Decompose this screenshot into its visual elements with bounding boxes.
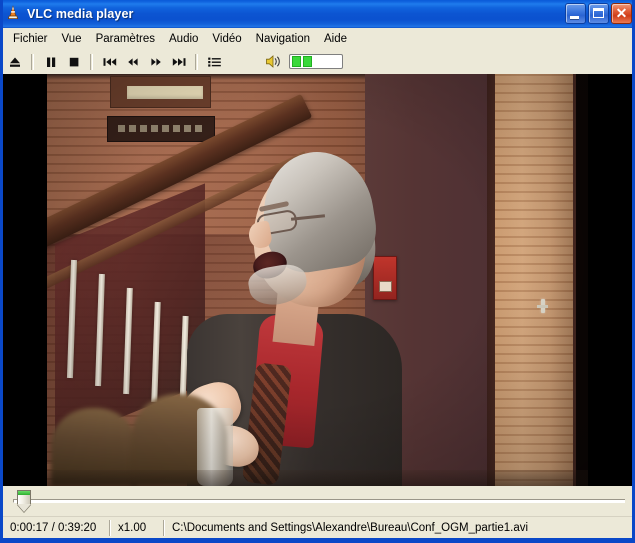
minimize-button[interactable] — [565, 3, 586, 24]
seek-bar-area[interactable] — [3, 486, 632, 516]
maximize-button[interactable] — [588, 3, 609, 24]
menu-navigation[interactable]: Navigation — [249, 30, 317, 49]
eject-button[interactable] — [3, 51, 26, 73]
pause-button[interactable] — [39, 51, 62, 73]
playback-rate-display: x1.00 — [118, 521, 147, 534]
file-path-display: C:\Documents and Settings\Alexandre\Bure… — [172, 521, 529, 534]
playlist-button[interactable] — [203, 51, 226, 73]
floor-strip — [47, 470, 588, 486]
minimize-icon — [570, 16, 579, 19]
menu-aide[interactable]: Aide — [317, 30, 354, 49]
speaker-icon — [266, 55, 280, 68]
rewind-button[interactable] — [121, 51, 144, 73]
video-output-area[interactable] — [3, 74, 632, 486]
menu-audio[interactable]: Audio — [162, 30, 205, 49]
volume-slider[interactable] — [289, 54, 343, 69]
playback-toolbar — [3, 50, 632, 74]
window-title: VLC media player — [27, 7, 134, 21]
skip-backward-icon — [103, 57, 116, 66]
plaque-label — [127, 86, 203, 99]
seek-slider-thumb[interactable] — [17, 490, 31, 513]
wooden-door — [495, 74, 573, 486]
window-bottom-border — [0, 538, 635, 543]
stop-button[interactable] — [62, 51, 85, 73]
seek-thumb-point — [17, 504, 31, 512]
pause-icon — [46, 57, 55, 67]
wall-plaque-upper — [110, 76, 211, 108]
next-button[interactable] — [167, 51, 190, 73]
stop-icon — [69, 57, 78, 66]
previous-button[interactable] — [98, 51, 121, 73]
menu-parametres[interactable]: Paramètres — [89, 30, 162, 49]
close-button[interactable]: ✕ — [611, 3, 632, 24]
menu-vue[interactable]: Vue — [55, 30, 89, 49]
frame-right-dark-edge — [576, 74, 588, 486]
title-bar[interactable]: VLC media player ✕ — [0, 0, 635, 28]
toolbar-separator — [195, 53, 198, 70]
fast-forward-icon — [150, 57, 161, 66]
vlc-cone-icon — [4, 5, 22, 23]
seek-track[interactable] — [13, 499, 625, 503]
menu-bar: Fichier Vue Paramètres Audio Vidéo Navig… — [3, 28, 632, 50]
rewind-icon — [127, 57, 138, 66]
window-controls: ✕ — [565, 3, 632, 24]
menu-fichier[interactable]: Fichier — [6, 30, 55, 49]
volume-segment — [292, 56, 301, 67]
door-frame — [487, 74, 588, 486]
time-display: 0:00:17 / 0:39:20 — [10, 521, 97, 534]
volume-segment — [303, 56, 312, 67]
vlc-media-player-window: VLC media player ✕ Fichier Vue Paramètre… — [0, 0, 635, 543]
video-frame — [47, 74, 588, 486]
seek-thumb-green-cap — [18, 491, 30, 495]
skip-forward-icon — [172, 57, 185, 66]
menu-video[interactable]: Vidéo — [205, 30, 248, 49]
fast-forward-button[interactable] — [144, 51, 167, 73]
door-handle-bar — [537, 305, 548, 308]
mute-toggle-button[interactable] — [262, 51, 285, 73]
eject-icon — [9, 57, 20, 67]
maximize-icon — [593, 8, 604, 18]
close-icon: ✕ — [615, 5, 628, 21]
toolbar-separator — [90, 53, 93, 70]
plaque-text — [118, 125, 204, 132]
playlist-icon — [208, 57, 221, 67]
toolbar-separator — [31, 53, 34, 70]
status-bar: 0:00:17 / 0:39:20 x1.00 C:\Documents and… — [3, 516, 632, 538]
